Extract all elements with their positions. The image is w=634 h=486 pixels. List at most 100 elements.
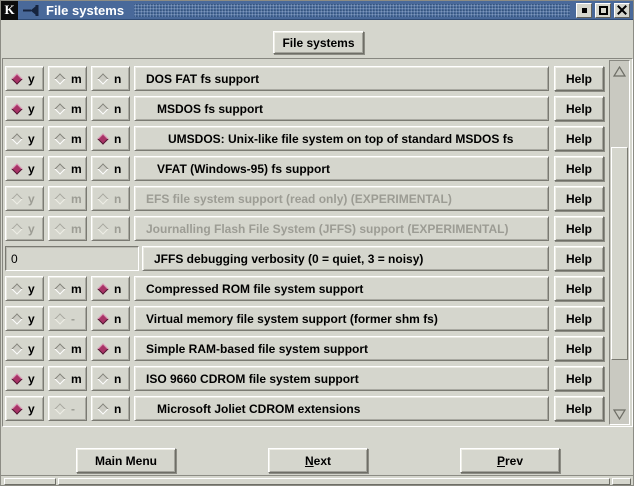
resize-handle-bottom[interactable]	[58, 478, 610, 485]
option-label: MSDOS fs support	[134, 96, 549, 121]
radio-letter: y	[28, 72, 35, 86]
radio-yes[interactable]: y	[5, 276, 44, 301]
radio-letter: y	[28, 102, 35, 116]
radio-yes[interactable]: y	[5, 156, 44, 181]
radio-diamond-icon	[97, 373, 108, 384]
radio-letter: y	[28, 372, 35, 386]
radio-letter: m	[71, 282, 82, 296]
scroll-thumb[interactable]	[611, 147, 628, 360]
help-button[interactable]: Help	[554, 366, 604, 391]
help-button[interactable]: Help	[554, 66, 604, 91]
radio-diamond-icon	[54, 193, 65, 204]
config-row: y m n VFAT (Windows-95) fs support Help	[3, 156, 632, 181]
radio-diamond-icon	[11, 313, 22, 324]
radio-diamond-icon	[11, 283, 22, 294]
help-button[interactable]: Help	[554, 396, 604, 421]
radio-no[interactable]: n	[91, 66, 130, 91]
radio-no[interactable]: n	[91, 306, 130, 331]
radio-diamond-icon	[97, 133, 108, 144]
option-label: Microsoft Joliet CDROM extensions	[134, 396, 549, 421]
radio-mod[interactable]: m	[48, 156, 87, 181]
radio-yes[interactable]: y	[5, 126, 44, 151]
radio-letter: m	[71, 102, 82, 116]
minimize-button[interactable]	[576, 3, 592, 18]
help-button[interactable]: Help	[554, 186, 604, 211]
help-button[interactable]: Help	[554, 306, 604, 331]
scroll-up-button[interactable]	[610, 61, 629, 81]
radio-diamond-icon	[54, 73, 65, 84]
radio-mod[interactable]: m	[48, 126, 87, 151]
radio-mod[interactable]: m	[48, 366, 87, 391]
jffs-verbosity-input[interactable]	[6, 252, 138, 266]
prev-label: P	[497, 454, 505, 468]
pin-icon[interactable]	[23, 5, 39, 16]
radio-letter: y	[28, 402, 35, 416]
radio-letter: n	[114, 282, 121, 296]
help-button[interactable]: Help	[554, 246, 604, 271]
prev-button[interactable]: Prev	[460, 448, 560, 473]
resize-handle-right[interactable]	[612, 478, 631, 485]
radio-letter: n	[114, 342, 121, 356]
radio-letter: y	[28, 162, 35, 176]
radio-no[interactable]: n	[91, 276, 130, 301]
radio-mod[interactable]: m	[48, 336, 87, 361]
maximize-button[interactable]	[595, 3, 611, 18]
vertical-scrollbar[interactable]	[609, 60, 630, 425]
radio-no[interactable]: n	[91, 396, 130, 421]
radio-yes[interactable]: y	[5, 366, 44, 391]
help-button[interactable]: Help	[554, 156, 604, 181]
help-button[interactable]: Help	[554, 276, 604, 301]
radio-yes[interactable]: y	[5, 396, 44, 421]
section-title-button[interactable]: File systems	[273, 31, 364, 54]
frame-divider	[1, 475, 633, 476]
titlebar[interactable]: K File systems	[1, 1, 633, 20]
radio-letter: m	[71, 222, 82, 236]
k-logo-icon: K	[4, 2, 14, 18]
radio-mod[interactable]: m	[48, 96, 87, 121]
resize-handle-left[interactable]	[4, 478, 56, 485]
radio-diamond-icon	[54, 343, 65, 354]
radio-mod[interactable]: m	[48, 276, 87, 301]
help-button[interactable]: Help	[554, 336, 604, 361]
radio-letter: m	[71, 342, 82, 356]
value-field	[5, 246, 139, 271]
radio-no[interactable]: n	[91, 96, 130, 121]
radio-yes[interactable]: y	[5, 336, 44, 361]
radio-no[interactable]: n	[91, 366, 130, 391]
radio-letter: n	[114, 102, 121, 116]
config-row: y m n Simple RAM-based file system suppo…	[3, 336, 632, 361]
radio-yes[interactable]: y	[5, 96, 44, 121]
k-menu-button[interactable]: K	[1, 1, 18, 20]
radio-mod: m	[48, 216, 87, 241]
arrow-down-icon	[613, 409, 626, 420]
main-menu-button[interactable]: Main Menu	[76, 448, 176, 473]
radio-diamond-icon	[97, 193, 108, 204]
scroll-down-button[interactable]	[610, 404, 629, 424]
radio-no[interactable]: n	[91, 126, 130, 151]
maximize-icon	[599, 6, 608, 15]
radio-yes[interactable]: y	[5, 66, 44, 91]
titlebar-texture	[134, 4, 570, 17]
minimize-icon	[582, 8, 587, 13]
section-title-label: File systems	[282, 36, 354, 50]
option-list-viewport: y m n DOS FAT fs support Help y m n	[2, 58, 633, 427]
radio-letter: n	[114, 72, 121, 86]
help-button[interactable]: Help	[554, 216, 604, 241]
radio-letter: m	[71, 372, 82, 386]
config-row: y m n DOS FAT fs support Help	[3, 66, 632, 91]
radio-diamond-icon	[97, 103, 108, 114]
next-button[interactable]: Next	[268, 448, 368, 473]
radio-mod: -	[48, 306, 87, 331]
radio-letter: y	[28, 132, 35, 146]
radio-yes[interactable]: y	[5, 306, 44, 331]
help-button[interactable]: Help	[554, 96, 604, 121]
radio-mod[interactable]: m	[48, 66, 87, 91]
radio-letter: y	[28, 282, 35, 296]
radio-letter: n	[114, 372, 121, 386]
radio-diamond-icon	[11, 223, 22, 234]
radio-mod: m	[48, 186, 87, 211]
radio-no[interactable]: n	[91, 336, 130, 361]
help-button[interactable]: Help	[554, 126, 604, 151]
radio-no[interactable]: n	[91, 156, 130, 181]
close-button[interactable]	[614, 3, 630, 18]
